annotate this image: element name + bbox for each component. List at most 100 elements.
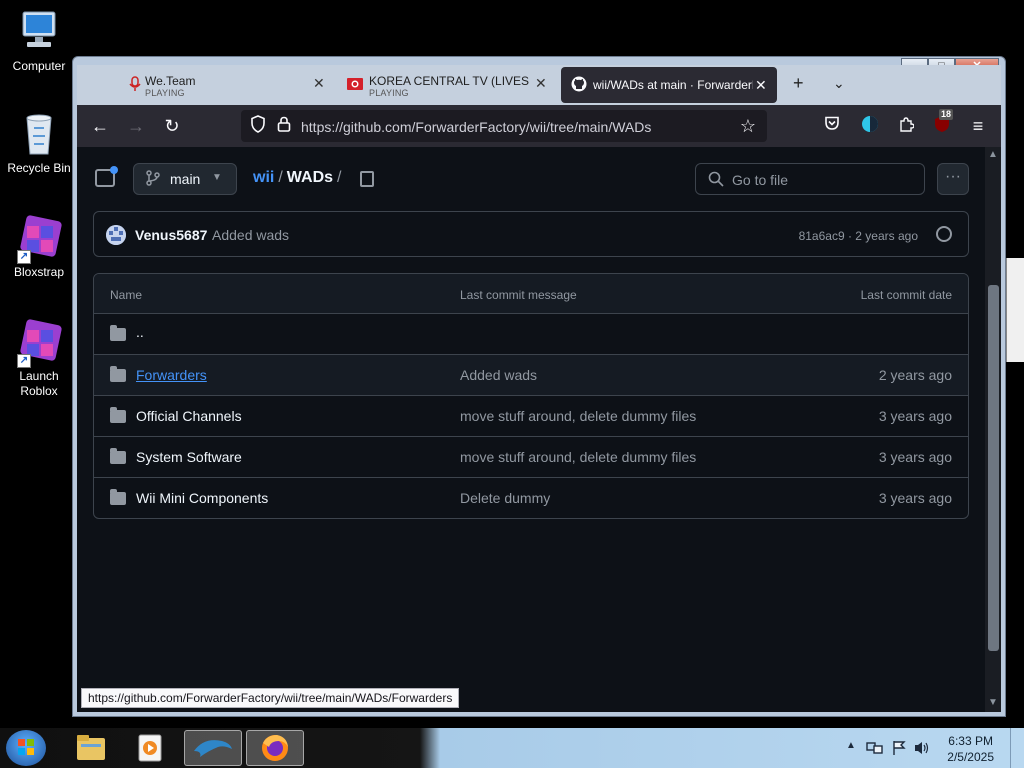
folder-icon — [110, 448, 126, 464]
browser-window: – □ ✕ We.Team PLAYING ✕ KOREA CENTRAL TV… — [72, 56, 1006, 717]
desktop-icon-bloxstrap[interactable]: ↗ Bloxstrap — [4, 214, 74, 280]
shortcut-arrow-icon: ↗ — [17, 354, 31, 368]
commit-date: 3 years ago — [878, 408, 952, 424]
commit-message[interactable]: move stuff around, delete dummy files — [460, 449, 696, 465]
commit-message[interactable]: Added wads — [460, 367, 537, 383]
tab-close-icon[interactable]: ✕ — [755, 77, 767, 94]
extensions-puzzle-icon[interactable] — [895, 115, 917, 137]
taskbar-file-explorer[interactable] — [62, 730, 120, 766]
breadcrumb: wii / WADs / — [253, 169, 345, 187]
latest-commit-box: Venus5687 Added wads 81a6ac9 · 2 years a… — [93, 211, 969, 257]
file-tree-toggle-icon[interactable] — [95, 166, 118, 187]
breadcrumb-current-folder: WADs — [286, 169, 334, 186]
avatar[interactable] — [106, 225, 126, 245]
desktop-icon-label: Computer — [12, 59, 66, 73]
back-arrow-icon[interactable]: ← — [89, 115, 111, 137]
link-status-bar: https://github.com/ForwarderFactory/wii/… — [81, 688, 460, 708]
file-table: Name Last commit message Last commit dat… — [93, 273, 969, 519]
tab-subtitle: PLAYING — [145, 88, 185, 98]
korea-tv-favicon-icon — [347, 76, 363, 92]
tab-title: KOREA CENTRAL TV (LIVESTRE — [369, 74, 529, 88]
bookmark-star-icon[interactable]: ☆ — [737, 115, 759, 137]
commit-author-link[interactable]: Venus5687 — [135, 227, 207, 243]
dolphin-icon — [188, 740, 238, 768]
taskbar-media-player[interactable] — [120, 730, 178, 766]
taskbar-dolphin-emulator[interactable] — [184, 730, 242, 766]
tab-close-icon[interactable]: ✕ — [313, 75, 325, 92]
hamburger-menu-icon[interactable]: ≡ — [967, 115, 989, 137]
shield-icon[interactable] — [247, 115, 269, 137]
commit-hash-and-age[interactable]: 81a6ac9 · 2 years ago — [799, 229, 918, 243]
folder-icon — [110, 366, 126, 382]
volume-speaker-icon[interactable] — [914, 740, 930, 759]
show-hidden-icons-chevron-icon[interactable]: ▲ — [846, 740, 856, 751]
breadcrumb-repo-link[interactable]: wii — [253, 169, 274, 186]
github-icon — [571, 76, 587, 92]
file-name[interactable]: Wii Mini Components — [136, 490, 268, 506]
breadcrumb-separator: / — [278, 169, 283, 186]
tab-close-icon[interactable]: ✕ — [535, 75, 547, 92]
bloxstrap-icon: ↗ — [15, 214, 63, 264]
start-button[interactable] — [6, 730, 46, 766]
url-bar[interactable]: https://github.com/ForwarderFactory/wii/… — [241, 110, 767, 142]
desktop-icon-recycle-bin[interactable]: Recycle Bin — [4, 110, 74, 176]
column-header-message: Last commit message — [460, 288, 577, 302]
vertical-scrollbar[interactable]: ▲ ▼ — [985, 147, 1001, 712]
tab-title: wii/WADs at main · ForwarderF — [593, 78, 753, 92]
scrollbar-thumb[interactable] — [988, 285, 999, 651]
file-table-header: Name Last commit message Last commit dat… — [94, 274, 968, 314]
commit-date: 2 years ago — [878, 367, 952, 383]
branch-selector-button[interactable]: main ▼ — [133, 163, 237, 195]
tab-github-wads[interactable]: wii/WADs at main · ForwarderF ✕ — [561, 67, 777, 103]
scroll-down-icon[interactable]: ▼ — [988, 697, 998, 708]
file-name[interactable]: System Software — [136, 449, 242, 465]
firefox-icon — [257, 735, 293, 768]
forward-arrow-icon[interactable]: → — [125, 115, 147, 137]
file-name[interactable]: .. — [136, 324, 144, 340]
desktop-icon-launch-roblox[interactable]: ↗ Launch Roblox — [4, 318, 74, 399]
desktop-icon-computer[interactable]: Computer — [4, 8, 74, 74]
new-tab-icon[interactable]: + — [793, 73, 804, 94]
notification-badge: 18 — [939, 109, 954, 120]
commit-message[interactable]: move stuff around, delete dummy files — [460, 408, 696, 424]
reload-icon[interactable]: ↻ — [161, 115, 183, 137]
pocket-icon[interactable] — [821, 115, 843, 137]
search-icon — [708, 171, 724, 190]
system-clock[interactable]: 6:33 PM 2/5/2025 — [947, 733, 994, 765]
history-icon[interactable] — [936, 226, 952, 242]
column-header-date: Last commit date — [860, 288, 952, 302]
commit-message[interactable]: Delete dummy — [460, 490, 550, 506]
ublock-extension-icon[interactable]: 18 — [931, 109, 954, 137]
computer-icon — [15, 8, 63, 56]
folder-icon — [73, 735, 109, 768]
copy-path-icon[interactable] — [360, 171, 374, 187]
go-to-file-input[interactable]: Go to file — [695, 163, 925, 195]
table-row-parent-directory[interactable]: .. — [94, 314, 968, 355]
search-placeholder: Go to file — [732, 172, 789, 188]
taskbar-firefox[interactable] — [246, 730, 304, 766]
desktop-icon-label: Recycle Bin — [7, 161, 71, 175]
file-name[interactable]: Forwarders — [136, 367, 207, 383]
folder-icon — [110, 489, 126, 505]
extension-colorful-icon[interactable] — [859, 115, 881, 137]
column-header-name: Name — [110, 288, 143, 302]
lock-icon[interactable] — [273, 115, 295, 137]
scroll-up-icon[interactable]: ▲ — [988, 149, 998, 160]
network-icon[interactable] — [866, 740, 884, 759]
list-tabs-chevron-icon[interactable]: ⌄ — [833, 75, 845, 92]
show-desktop-button[interactable] — [1010, 728, 1024, 768]
file-name[interactable]: Official Channels — [136, 408, 242, 424]
table-row[interactable]: System Software move stuff around, delet… — [94, 437, 968, 478]
table-row[interactable]: Wii Mini Components Delete dummy 3 years… — [94, 478, 968, 518]
tab-subtitle: PLAYING — [369, 88, 409, 98]
more-options-button[interactable]: ··· — [937, 163, 969, 195]
commit-date: 3 years ago — [878, 490, 952, 506]
action-center-flag-icon[interactable] — [892, 740, 906, 759]
recycle-bin-icon — [15, 110, 63, 158]
table-row[interactable]: Forwarders Added wads 2 years ago — [94, 355, 968, 396]
tab-strip: We.Team PLAYING ✕ KOREA CENTRAL TV (LIVE… — [77, 65, 1001, 105]
tab-korea-central-tv[interactable]: KOREA CENTRAL TV (LIVESTRE PLAYING ✕ — [339, 67, 553, 103]
table-row[interactable]: Official Channels move stuff around, del… — [94, 396, 968, 437]
tab-weteam[interactable]: We.Team PLAYING ✕ — [117, 67, 329, 103]
commit-message-link[interactable]: Added wads — [212, 227, 289, 243]
